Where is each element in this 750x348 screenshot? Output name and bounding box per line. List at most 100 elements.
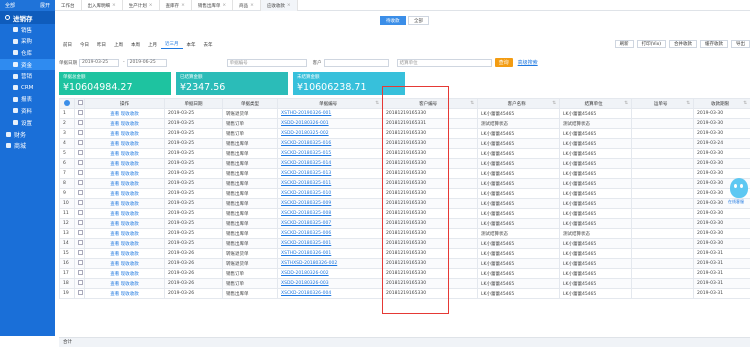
checkbox[interactable] — [78, 160, 83, 165]
row-checkbox-cell[interactable] — [75, 159, 85, 169]
gear-icon[interactable] — [64, 100, 70, 106]
column-header[interactable]: 收款期限⇅ — [694, 99, 750, 109]
row-checkbox-cell[interactable] — [75, 269, 85, 279]
collect-link[interactable]: 现收收款 — [121, 192, 139, 197]
table-row[interactable]: 17查看 现收收款2019-03-26销售订单XSDD-20180326-002… — [60, 269, 750, 279]
checkbox[interactable] — [78, 120, 83, 125]
period-button[interactable]: 前日 — [59, 41, 76, 49]
doc-number-link[interactable]: XSCKD-20180325-008 — [278, 209, 383, 219]
doc-number-link[interactable]: XSTHD-20180326-001 — [278, 249, 383, 259]
column-header[interactable]: 单据日期 — [165, 99, 223, 109]
collect-link[interactable]: 现收收款 — [121, 122, 139, 127]
period-button[interactable]: 上周 — [110, 41, 127, 49]
period-button[interactable]: 近三月 — [161, 41, 183, 49]
close-icon[interactable]: × — [287, 3, 291, 8]
view-link[interactable]: 查看 — [110, 292, 119, 297]
checkbox[interactable] — [78, 250, 83, 255]
row-checkbox-cell[interactable] — [75, 259, 85, 269]
search-button[interactable]: 查询 — [495, 58, 513, 67]
doc-number-link[interactable]: XSCKD-20180326-004 — [278, 289, 383, 299]
column-header[interactable]: 客户编号⇅ — [383, 99, 478, 109]
collect-link[interactable]: 现收收款 — [121, 262, 139, 267]
doc-number-link[interactable]: XSDD-20180325-002 — [278, 129, 383, 139]
settings-header[interactable] — [60, 99, 75, 109]
action-button[interactable]: 导出 — [731, 40, 750, 48]
tab-pending[interactable]: 待收款 — [380, 16, 406, 25]
period-button[interactable]: 上月 — [144, 41, 161, 49]
doc-number-link[interactable]: XSCKD-20180325-013 — [278, 169, 383, 179]
view-link[interactable]: 查看 — [110, 242, 119, 247]
doc-number-link[interactable]: XSCKD-20180325-010 — [278, 189, 383, 199]
period-button[interactable]: 今日 — [76, 41, 93, 49]
collect-link[interactable]: 现收收款 — [121, 152, 139, 157]
collect-link[interactable]: 现收收款 — [121, 272, 139, 277]
row-checkbox-cell[interactable] — [75, 199, 85, 209]
table-row[interactable]: 10查看 现收收款2019-03-25销售出库单XSCKD-20180325-0… — [60, 199, 750, 209]
sidebar-item-7[interactable]: 资料 — [0, 105, 55, 117]
sidebar-item-4[interactable]: 营销 — [0, 70, 55, 82]
doc-number-input[interactable]: 单据编号 — [227, 59, 307, 67]
tab-1[interactable]: 出入库明细× — [82, 0, 123, 11]
period-button[interactable]: 去年 — [200, 41, 217, 49]
tab-all[interactable]: 全部 — [408, 16, 429, 25]
sort-icon[interactable]: ⇅ — [624, 101, 628, 106]
action-button[interactable]: 打印(Vix) — [637, 40, 666, 48]
table-row[interactable]: 2查看 现收收款2019-03-25销售订单XSDD-20180326-0012… — [60, 119, 750, 129]
view-link[interactable]: 查看 — [110, 212, 119, 217]
collect-link[interactable]: 现收收款 — [121, 112, 139, 117]
checkbox[interactable] — [78, 290, 83, 295]
table-row[interactable]: 18查看 现收收款2019-03-26销售订单XSDD-20180326-003… — [60, 279, 750, 289]
collect-link[interactable]: 现收收款 — [121, 212, 139, 217]
row-checkbox-cell[interactable] — [75, 289, 85, 299]
doc-number-link[interactable]: XSCKD-20180325-001 — [278, 239, 383, 249]
collect-link[interactable]: 现收收款 — [121, 172, 139, 177]
customer-service-label[interactable]: 在线客服 — [728, 199, 744, 205]
row-checkbox-cell[interactable] — [75, 119, 85, 129]
table-row[interactable]: 6查看 现收收款2019-03-25销售出库单XSCKD-20180325-01… — [60, 159, 750, 169]
collect-link[interactable]: 现收收款 — [121, 202, 139, 207]
collect-link[interactable]: 现收收款 — [121, 252, 139, 257]
column-header[interactable]: 单据类型 — [223, 99, 278, 109]
checkbox[interactable] — [78, 270, 83, 275]
close-icon[interactable]: × — [149, 3, 153, 8]
view-link[interactable]: 查看 — [110, 112, 119, 117]
doc-number-link[interactable]: XSDD-20180326-003 — [278, 279, 383, 289]
row-checkbox-cell[interactable] — [75, 169, 85, 179]
table-row[interactable]: 19查看 现收收款2019-03-26销售出库单XSCKD-20180326-0… — [60, 289, 750, 299]
close-icon[interactable]: × — [250, 3, 254, 8]
tab-4[interactable]: 销售出库单× — [192, 0, 233, 11]
table-row[interactable]: 13查看 现收收款2019-03-25销售出库单XSCKD-20180325-0… — [60, 229, 750, 239]
collect-link[interactable]: 现收收款 — [121, 132, 139, 137]
checkbox[interactable] — [78, 280, 83, 285]
row-checkbox-cell[interactable] — [75, 189, 85, 199]
view-link[interactable]: 查看 — [110, 222, 119, 227]
doc-number-link[interactable]: XSDD-20180326-001 — [278, 119, 383, 129]
sort-icon[interactable]: ⇅ — [552, 101, 556, 106]
table-row[interactable]: 1查看 现收收款2019-03-25转账退货单XSTHD-20190326-00… — [60, 109, 750, 119]
table-row[interactable]: 8查看 现收收款2019-03-25销售出库单XSCKD-20180325-01… — [60, 179, 750, 189]
checkbox[interactable] — [78, 240, 83, 245]
table-row[interactable]: 5查看 现收收款2019-03-25销售出库单XSCKD-20180325-01… — [60, 149, 750, 159]
doc-number-link[interactable]: XSCKD-20180325-015 — [278, 149, 383, 159]
checkbox[interactable] — [78, 230, 83, 235]
table-row[interactable]: 11查看 现收收款2019-03-25销售出库单XSCKD-20180325-0… — [60, 209, 750, 219]
checkbox[interactable] — [78, 220, 83, 225]
doc-number-link[interactable]: XSCKD-20180325-006 — [278, 229, 383, 239]
period-button[interactable]: 本周 — [127, 41, 144, 49]
view-link[interactable]: 查看 — [110, 262, 119, 267]
collect-link[interactable]: 现收收款 — [121, 142, 139, 147]
doc-number-link[interactable]: XSCKD-20180325-009 — [278, 199, 383, 209]
period-button[interactable]: 本年 — [183, 41, 200, 49]
checkbox[interactable] — [78, 110, 83, 115]
view-link[interactable]: 查看 — [110, 282, 119, 287]
checkbox[interactable] — [78, 170, 83, 175]
collect-link[interactable]: 现收收款 — [121, 182, 139, 187]
sidebar-item-6[interactable]: 报表 — [0, 94, 55, 106]
checkbox[interactable] — [78, 210, 83, 215]
sort-icon[interactable]: ⇅ — [470, 101, 474, 106]
view-link[interactable]: 查看 — [110, 172, 119, 177]
sidebar-item-2[interactable]: 仓库 — [0, 47, 55, 59]
row-checkbox-cell[interactable] — [75, 249, 85, 259]
sidebar-item-10[interactable]: 商城 — [0, 140, 55, 152]
sidebar-item-1[interactable]: 采购 — [0, 36, 55, 48]
